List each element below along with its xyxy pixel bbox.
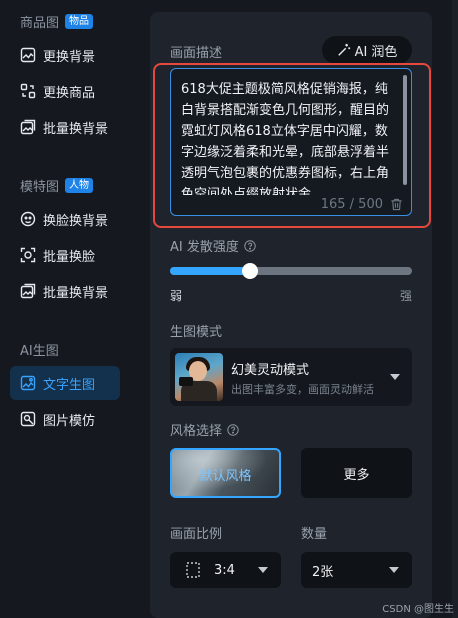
count-label: 数量 bbox=[301, 527, 328, 542]
chevron-down-icon bbox=[390, 374, 400, 380]
slider-fill bbox=[170, 267, 250, 275]
strength-label: AI 发散强度 bbox=[170, 236, 256, 255]
face-scan-icon bbox=[20, 247, 36, 263]
ratio-select[interactable]: 3:4 bbox=[170, 552, 281, 588]
magic-wand-icon bbox=[337, 43, 350, 56]
strength-max-label: 强 bbox=[400, 289, 413, 303]
prompt-text[interactable]: 618大促主题极简风格促销海报，纯白背景搭配渐变色几何图形，醒目的霓虹灯风格61… bbox=[171, 69, 411, 195]
style-label: 风格选择 bbox=[170, 420, 239, 439]
ai-polish-button[interactable]: AI 润色 bbox=[322, 36, 412, 64]
prompt-scrollbar[interactable] bbox=[403, 75, 407, 185]
help-icon[interactable] bbox=[244, 239, 256, 252]
help-icon[interactable] bbox=[227, 423, 239, 436]
char-counter: 165 / 500 bbox=[318, 195, 385, 215]
prompt-textarea[interactable]: 618大促主题极简风格促销海报，纯白背景搭配渐变色几何图形，醒目的霓虹灯风格61… bbox=[170, 68, 412, 216]
section-title-ai: AI生图 bbox=[20, 344, 59, 359]
aspect-ratio-icon bbox=[186, 562, 200, 578]
description-label: 画面描述 bbox=[170, 46, 223, 61]
section-badge: 人物 bbox=[65, 178, 94, 193]
settings-panel: 画面描述 AI 润色 618大促主题极简风格促销海报，纯白背景搭配渐变色几何图形… bbox=[150, 12, 432, 618]
nav-item-batch-background[interactable]: 批量换背景 bbox=[10, 110, 120, 144]
slider-knob[interactable] bbox=[241, 263, 258, 279]
page-scrollbar[interactable] bbox=[452, 0, 458, 618]
strength-slider[interactable] bbox=[170, 263, 412, 279]
section-title-product: 商品图 物品 bbox=[20, 12, 94, 31]
mode-title: 幻美灵动模式 bbox=[231, 363, 310, 378]
batch-image-icon bbox=[20, 283, 36, 299]
style-default-card[interactable]: 默认风格 bbox=[170, 448, 281, 498]
section-badge: 物品 bbox=[65, 14, 94, 29]
mode-thumbnail bbox=[175, 353, 223, 401]
ratio-value: 3:4 bbox=[214, 562, 235, 578]
sidebar: 商品图 物品 更换背景 更换商品 批量换背景 模特图 人物 换脸换背景 批量换脸… bbox=[0, 0, 130, 618]
face-swap-icon bbox=[20, 211, 36, 227]
strength-min-label: 弱 bbox=[170, 289, 183, 303]
nav-item-face-swap-background[interactable]: 换脸换背景 bbox=[10, 202, 120, 236]
mode-label: 生图模式 bbox=[170, 325, 223, 340]
count-select[interactable]: 2张 bbox=[301, 552, 412, 588]
style-default-label: 默认风格 bbox=[199, 469, 252, 484]
text-image-icon bbox=[20, 375, 36, 391]
chevron-down-icon bbox=[389, 567, 399, 573]
image-imitate-icon bbox=[20, 411, 36, 427]
nav-item-model-batch-background[interactable]: 批量换背景 bbox=[10, 274, 120, 308]
ratio-label: 画面比例 bbox=[170, 527, 223, 542]
chevron-down-icon bbox=[258, 567, 268, 573]
mode-subtitle: 出图丰富多变，画面灵动鲜活 bbox=[231, 383, 374, 396]
style-more-button[interactable]: 更多 bbox=[301, 448, 412, 498]
count-value: 2张 bbox=[312, 564, 334, 580]
mode-select[interactable]: 幻美灵动模式 出图丰富多变，画面灵动鲜活 bbox=[170, 348, 412, 406]
batch-image-icon bbox=[20, 119, 36, 135]
watermark: CSDN @图生生 bbox=[382, 604, 454, 615]
trash-icon[interactable] bbox=[390, 198, 403, 211]
nav-item-change-background[interactable]: 更换背景 bbox=[10, 38, 120, 72]
swap-objects-icon bbox=[20, 83, 36, 99]
nav-item-image-imitate[interactable]: 图片模仿 bbox=[10, 402, 120, 436]
section-title-model: 模特图 人物 bbox=[20, 176, 94, 195]
image-swap-icon bbox=[20, 47, 36, 63]
nav-item-change-product[interactable]: 更换商品 bbox=[10, 74, 120, 108]
nav-item-batch-face-swap[interactable]: 批量换脸 bbox=[10, 238, 120, 272]
nav-item-text-to-image[interactable]: 文字生图 bbox=[10, 366, 120, 400]
